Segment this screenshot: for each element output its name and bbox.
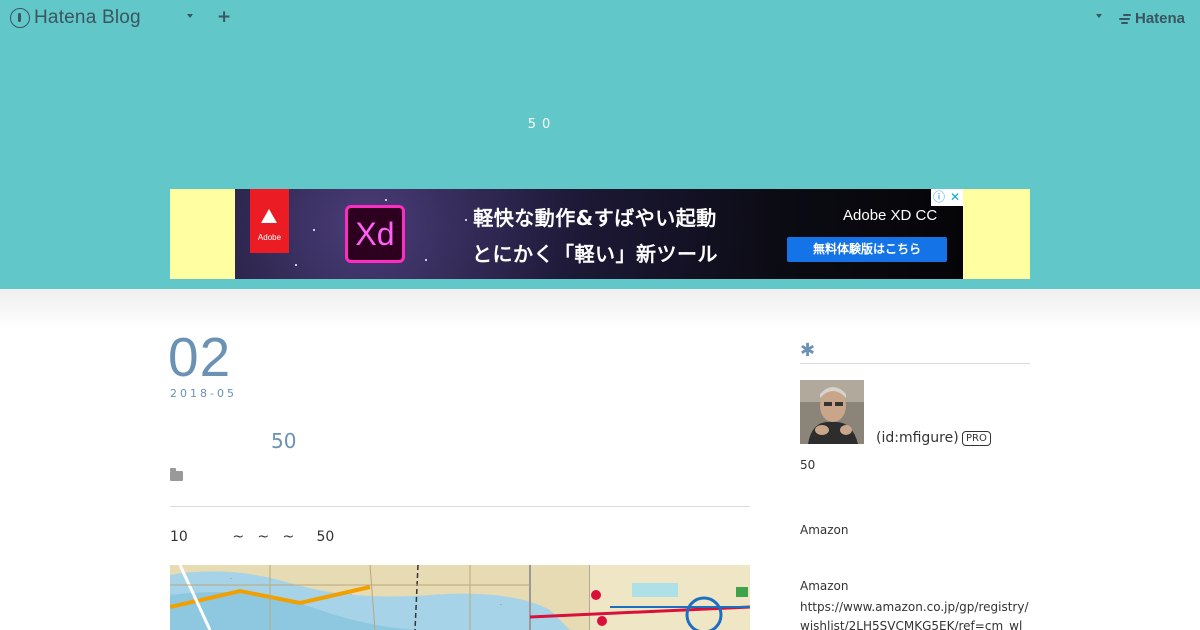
logo-text: Hatena Blog	[34, 7, 141, 28]
asterisk-icon: ✱	[800, 340, 816, 361]
ad-close-icon[interactable]: ✕	[947, 189, 963, 206]
amazon-wishlist-link[interactable]: https://www.amazon.co.jp/gp/registry/wis…	[800, 598, 1030, 630]
global-bar: Hatena Blog + Hatena	[0, 0, 1200, 36]
ad-choices[interactable]: ⓘ ✕	[931, 189, 963, 206]
blog-title[interactable]: 50	[0, 117, 1084, 132]
ad-brand: Adobe XD CC	[843, 207, 938, 224]
new-post-button[interactable]: +	[217, 7, 231, 27]
adobe-mark-icon	[261, 209, 277, 223]
avatar[interactable]	[800, 380, 864, 444]
content-shadow	[0, 289, 1200, 329]
svg-text:.: .	[350, 590, 352, 597]
svg-text:.: .	[230, 574, 232, 581]
ad-frame: Adobe Xd 軽快な動作&すばやい起動 とにかく「軽い」新ツール Adobe…	[170, 189, 1030, 279]
profile-id-link[interactable]: (id:mfigure)	[876, 430, 959, 446]
ad-banner[interactable]: Adobe Xd 軽快な動作&すばやい起動 とにかく「軽い」新ツール Adobe…	[235, 189, 963, 279]
svg-text:.: .	[500, 600, 502, 607]
entry-date-day[interactable]: 02	[168, 327, 231, 387]
sidebar-divider	[800, 363, 1030, 364]
hatena-brand-icon	[1119, 13, 1133, 25]
profile-description: 50	[800, 458, 816, 472]
hatena-blog-icon	[10, 8, 30, 28]
entry-divider	[170, 506, 750, 507]
pro-badge: PRO	[962, 431, 991, 446]
entry-title-text[interactable]: 50	[271, 429, 296, 453]
adobe-logo: Adobe	[250, 189, 289, 253]
adobe-logo-text: Adobe	[257, 233, 282, 242]
ad-info-icon[interactable]: ⓘ	[931, 189, 947, 206]
amazon-wishlist-label: Amazon	[800, 579, 849, 593]
amazon-section-heading: Amazon	[800, 523, 849, 537]
ad-cta-button[interactable]: 無料体験版はこちら	[787, 237, 947, 262]
folder-icon	[170, 468, 183, 481]
route-map-image: ...	[170, 565, 750, 630]
hatena-brand-text: Hatena	[1135, 10, 1186, 27]
ad-headline-1: 軽快な動作&すばやい起動	[473, 206, 717, 230]
xd-app-icon: Xd	[345, 205, 405, 263]
blog-menu-chevron-down-icon[interactable]	[187, 14, 193, 18]
entry-body-text: 10 ~ ~ ~ 50	[170, 529, 335, 545]
entry-date-year-month: 2018-05	[170, 387, 237, 400]
entry-title[interactable]: 50	[170, 429, 750, 453]
hatena-brand-link[interactable]: Hatena	[1119, 10, 1185, 27]
hatena-blog-logo[interactable]: Hatena Blog	[10, 7, 141, 29]
ad-headline-2: とにかく「軽い」新ツール	[472, 242, 718, 266]
blog-header: 50 Adobe Xd 軽快な動作&すばやい起動 とにかく「軽い」新ツール Ad…	[0, 0, 1200, 289]
user-menu-chevron-down-icon[interactable]	[1096, 14, 1102, 18]
